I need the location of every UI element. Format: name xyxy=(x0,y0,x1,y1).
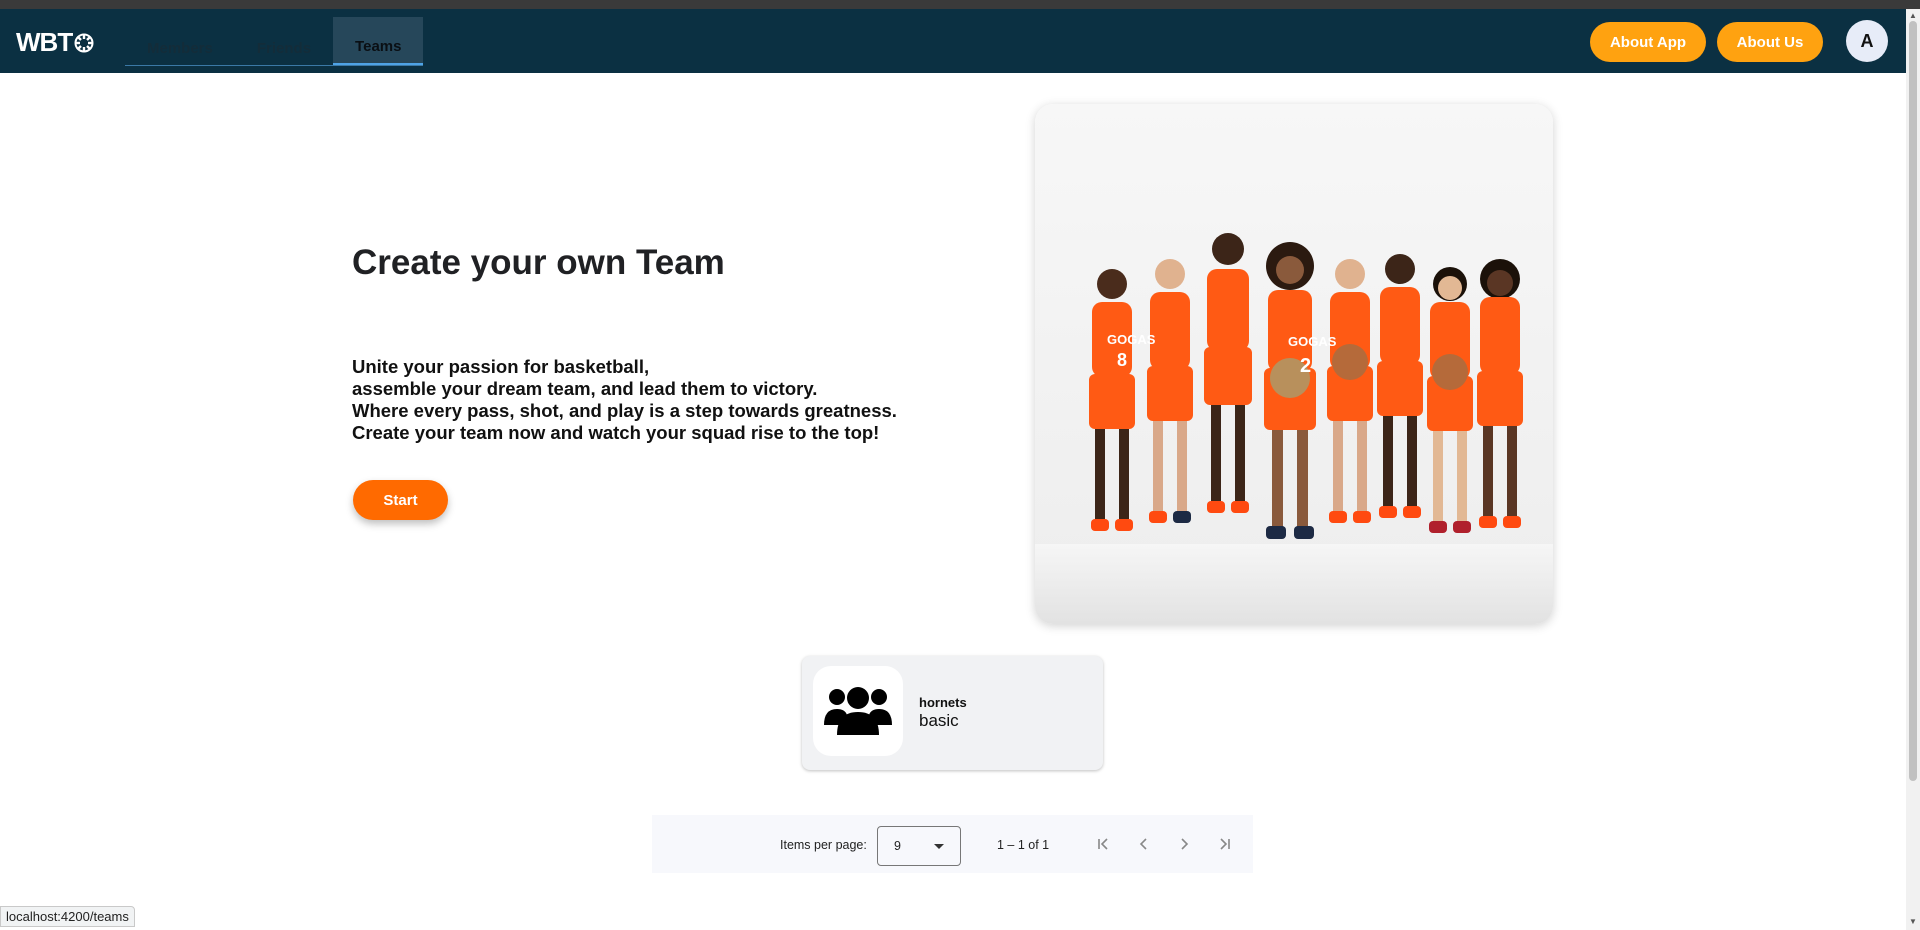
team-name: hornets xyxy=(919,695,967,710)
last-page-icon xyxy=(1220,838,1230,850)
tab-teams[interactable]: Teams xyxy=(333,17,424,65)
basketball-team-illustration: GOGAS 8 GOGAS 2 xyxy=(1035,233,1553,624)
page-scrollbar[interactable]: ▲ ▼ xyxy=(1906,9,1920,930)
scroll-up-icon[interactable]: ▲ xyxy=(1909,11,1917,20)
hero-line: assemble your dream team, and lead them … xyxy=(352,378,818,399)
hero-line: Unite your passion for basketball, xyxy=(352,356,650,377)
jersey-number: 8 xyxy=(1117,350,1127,370)
chevron-right-icon xyxy=(1181,838,1189,850)
avatar[interactable]: A xyxy=(1846,20,1888,62)
first-page-button[interactable] xyxy=(1089,829,1119,859)
jersey-number: 2 xyxy=(1300,355,1311,377)
app-logo[interactable]: WBT xyxy=(16,27,94,58)
dropdown-arrow-icon xyxy=(934,844,944,849)
group-icon xyxy=(824,687,892,735)
jersey-text: GOGAS xyxy=(1288,334,1337,349)
paginator: Items per page: 9 1 – 1 of 1 xyxy=(652,815,1253,873)
team-card[interactable]: hornets basic xyxy=(802,656,1103,770)
chevron-left-icon xyxy=(1139,838,1147,850)
hero-title: Create your own Team xyxy=(352,243,725,282)
jersey-text: GOGAS xyxy=(1107,332,1156,347)
team-icon-box xyxy=(813,666,903,756)
start-button[interactable]: Start xyxy=(353,480,448,520)
tab-friends[interactable]: Friends xyxy=(235,17,333,65)
logo-text: WBT xyxy=(16,27,73,57)
about-us-button[interactable]: About Us xyxy=(1717,22,1823,62)
last-page-button[interactable] xyxy=(1209,829,1239,859)
range-label: 1 – 1 of 1 xyxy=(997,838,1050,852)
items-per-page-label: Items per page: xyxy=(780,838,867,852)
first-page-icon xyxy=(1098,838,1108,850)
hero-description: Unite your passion for basketball, assem… xyxy=(352,356,897,444)
scrollbar-thumb[interactable] xyxy=(1909,21,1917,781)
scroll-down-icon[interactable]: ▼ xyxy=(1909,917,1917,926)
about-app-button[interactable]: About App xyxy=(1590,22,1706,62)
previous-page-button[interactable] xyxy=(1129,829,1159,859)
tab-members[interactable]: Members xyxy=(125,17,235,65)
hero-line: Where every pass, shot, and play is a st… xyxy=(352,400,897,421)
items-per-page-select[interactable]: 9 xyxy=(877,826,961,866)
status-bar-url: localhost:4200/teams xyxy=(0,906,135,927)
next-page-button[interactable] xyxy=(1169,829,1199,859)
team-type: basic xyxy=(919,711,959,730)
team-photo: GOGAS 8 GOGAS 2 xyxy=(1035,104,1553,624)
basketball-logo-icon xyxy=(74,33,94,53)
top-navbar: WBT Members Friends Teams About App Abou… xyxy=(0,9,1906,73)
items-per-page-value: 9 xyxy=(894,839,901,853)
hero-line: Create your team now and watch your squa… xyxy=(352,422,880,443)
browser-top-bar xyxy=(0,0,1920,9)
main-tabs: Members Friends Teams xyxy=(125,17,424,66)
